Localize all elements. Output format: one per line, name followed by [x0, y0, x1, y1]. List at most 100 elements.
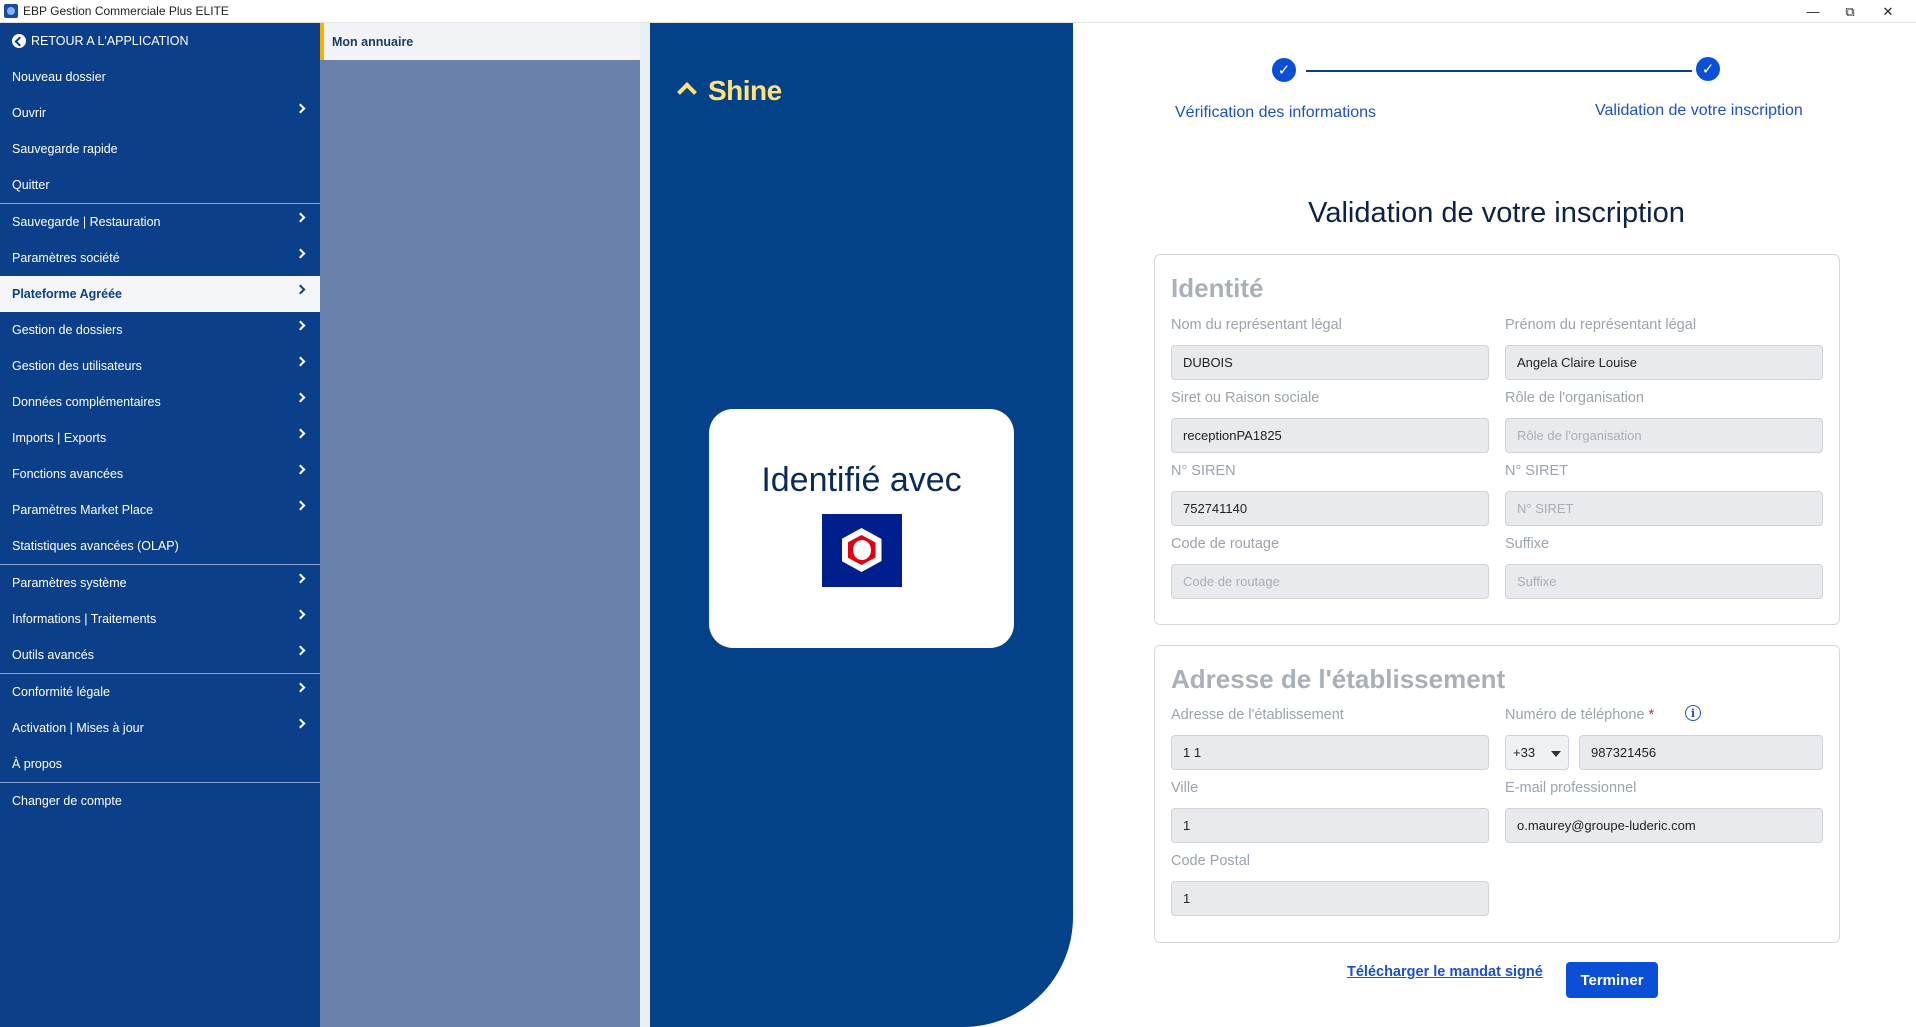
- sidebar-item-gestion-utilisateurs[interactable]: Gestion des utilisateurs: [0, 348, 320, 384]
- sidebar-item-label: Informations | Traitements: [12, 612, 157, 626]
- submenu-panel: Mon annuaire: [320, 23, 640, 1027]
- chevron-right-icon: [295, 645, 306, 656]
- sidebar-item-fonctions-avancees[interactable]: Fonctions avancées: [0, 456, 320, 492]
- submenu-item-label: Mon annuaire: [332, 34, 414, 49]
- sidebar-item-label: Sauvegarde rapide: [12, 142, 118, 156]
- sidebar-item-imports-exports[interactable]: Imports | Exports: [0, 420, 320, 456]
- required-mark: *: [1648, 707, 1655, 723]
- shine-brand-panel: Shine Identifié avec: [650, 23, 1073, 1027]
- email-label: E-mail professionnel: [1505, 780, 1637, 796]
- address-title: Adresse de l'établissement: [1171, 664, 1506, 694]
- sidebar-item-label: Gestion de dossiers: [12, 323, 123, 337]
- info-icon[interactable]: i: [1685, 705, 1701, 721]
- chevron-right-icon: [295, 609, 306, 620]
- sidebar-item-outils-avances[interactable]: Outils avancés: [0, 637, 320, 673]
- sidebar-item-quitter[interactable]: Quitter: [0, 167, 320, 203]
- sidebar-item-gestion-dossiers[interactable]: Gestion de dossiers: [0, 312, 320, 348]
- chevron-right-icon: [295, 718, 306, 729]
- sidebar-item-conformite-legale[interactable]: Conformité légale: [0, 674, 320, 710]
- chevron-right-icon: [295, 356, 306, 367]
- sidebar-item-label: Changer de compte: [12, 794, 122, 808]
- sidebar-item-donnees-complementaires[interactable]: Données complémentaires: [0, 384, 320, 420]
- shine-mark-icon: [678, 83, 702, 99]
- sidebar-item-plateforme-agreee[interactable]: Plateforme Agréée: [0, 276, 320, 312]
- sidebar-item-label: Sauvegarde | Restauration: [12, 215, 161, 229]
- franceconnect-icon: [821, 514, 902, 587]
- sidebar-item-statistiques-olap[interactable]: Statistiques avancées (OLAP): [0, 528, 320, 564]
- suffixe-label: Suffixe: [1505, 536, 1550, 552]
- routage-field[interactable]: Code de routage: [1171, 564, 1489, 599]
- address-section: Adresse de l'établissement Adresse de l'…: [1154, 645, 1840, 943]
- siren-label: N° SIREN: [1171, 463, 1236, 479]
- tel-label: Numéro de téléphone *: [1505, 707, 1654, 723]
- sidebar-item-label: Conformité légale: [12, 685, 110, 699]
- sidebar-item-label: Statistiques avancées (OLAP): [12, 539, 179, 553]
- chevron-right-icon: [295, 500, 306, 511]
- sidebar-item-activation-mises-a-jour[interactable]: Activation | Mises à jour: [0, 710, 320, 746]
- sidebar-item-parametres-market-place[interactable]: Paramètres Market Place: [0, 492, 320, 528]
- identity-provider-card: Identifié avec: [709, 409, 1014, 648]
- shine-logo: Shine: [678, 75, 782, 107]
- shine-logo-text: Shine: [708, 75, 782, 106]
- siret-label: N° SIRET: [1505, 463, 1568, 479]
- sidebar-item-a-propos[interactable]: À propos: [0, 746, 320, 782]
- caret-down-icon: [1551, 751, 1561, 757]
- sidebar-item-label: Données complémentaires: [12, 395, 161, 409]
- sidebar-item-label: Imports | Exports: [12, 431, 107, 445]
- sidebar-item-sauvegarde-rapide[interactable]: Sauvegarde rapide: [0, 131, 320, 167]
- phone-field[interactable]: 987321456: [1579, 735, 1823, 770]
- close-button[interactable]: ✕: [1870, 0, 1906, 23]
- back-to-app-button[interactable]: RETOUR A L'APPLICATION: [0, 23, 320, 59]
- sidebar-item-changer-compte[interactable]: Changer de compte: [0, 783, 320, 819]
- cp-field[interactable]: 1: [1171, 881, 1489, 916]
- app-logo-icon: [4, 4, 18, 18]
- sidebar-item-parametres-societe[interactable]: Paramètres société: [0, 240, 320, 276]
- app-menu-sidebar: RETOUR A L'APPLICATION Nouveau dossier O…: [0, 23, 320, 1027]
- country-code-select[interactable]: +33: [1505, 735, 1569, 770]
- chevron-right-icon: [295, 284, 306, 295]
- step1-check-icon: ✓: [1272, 58, 1296, 82]
- sidebar-item-sauvegarde-restauration[interactable]: Sauvegarde | Restauration: [0, 204, 320, 240]
- adresse-field[interactable]: 1 1: [1171, 735, 1489, 770]
- window-title: EBP Gestion Commerciale Plus ELITE: [23, 4, 229, 18]
- prenom-label: Prénom du représentant légal: [1505, 317, 1697, 333]
- identity-section: Identité Nom du représentant légal DUBOI…: [1154, 254, 1840, 625]
- sidebar-item-label: Paramètres société: [12, 251, 120, 265]
- sidebar-item-label: Fonctions avancées: [12, 467, 124, 481]
- nom-field[interactable]: DUBOIS: [1171, 345, 1489, 380]
- role-field[interactable]: Rôle de l'organisation: [1505, 418, 1823, 453]
- sidebar-item-label: Quitter: [12, 178, 50, 192]
- chevron-right-icon: [295, 392, 306, 403]
- routage-label: Code de routage: [1171, 536, 1280, 552]
- cp-label: Code Postal: [1171, 853, 1250, 869]
- step1-label: Vérification des informations: [1175, 104, 1376, 121]
- sidebar-item-parametres-systeme[interactable]: Paramètres système: [0, 565, 320, 601]
- panel-divider: [640, 23, 650, 1027]
- sidebar-item-label: Nouveau dossier: [12, 70, 106, 84]
- sidebar-item-label: Paramètres Market Place: [12, 503, 154, 517]
- ville-label: Ville: [1171, 780, 1199, 796]
- form-title: Validation de votre inscription: [1308, 197, 1685, 229]
- chevron-right-icon: [295, 573, 306, 584]
- siret-rs-field[interactable]: receptionPA1825: [1171, 418, 1489, 453]
- download-mandate-link[interactable]: Télécharger le mandat signé: [1347, 964, 1543, 980]
- chevron-right-icon: [295, 103, 306, 114]
- restore-button[interactable]: ⧉: [1832, 0, 1868, 23]
- ville-field[interactable]: 1: [1171, 808, 1489, 843]
- role-label: Rôle de l'organisation: [1505, 390, 1644, 406]
- email-field[interactable]: o.maurey@groupe-luderic.com: [1505, 808, 1823, 843]
- submenu-item-mon-annuaire[interactable]: Mon annuaire: [320, 23, 640, 60]
- chevron-right-icon: [295, 248, 306, 259]
- finish-button[interactable]: Terminer: [1566, 962, 1658, 998]
- adresse-label: Adresse de l'établissement: [1171, 707, 1344, 723]
- siren-field[interactable]: 752741140: [1171, 491, 1489, 526]
- sidebar-item-informations-traitements[interactable]: Informations | Traitements: [0, 601, 320, 637]
- minimize-button[interactable]: —: [1795, 0, 1831, 23]
- prenom-field[interactable]: Angela Claire Louise: [1505, 345, 1823, 380]
- window-titlebar: EBP Gestion Commerciale Plus ELITE — ⧉ ✕: [0, 0, 1916, 23]
- sidebar-item-label: Gestion des utilisateurs: [12, 359, 142, 373]
- suffixe-field[interactable]: Suffixe: [1505, 564, 1823, 599]
- sidebar-item-ouvrir[interactable]: Ouvrir: [0, 95, 320, 131]
- sidebar-item-nouveau-dossier[interactable]: Nouveau dossier: [0, 59, 320, 95]
- siret-field[interactable]: N° SIRET: [1505, 491, 1823, 526]
